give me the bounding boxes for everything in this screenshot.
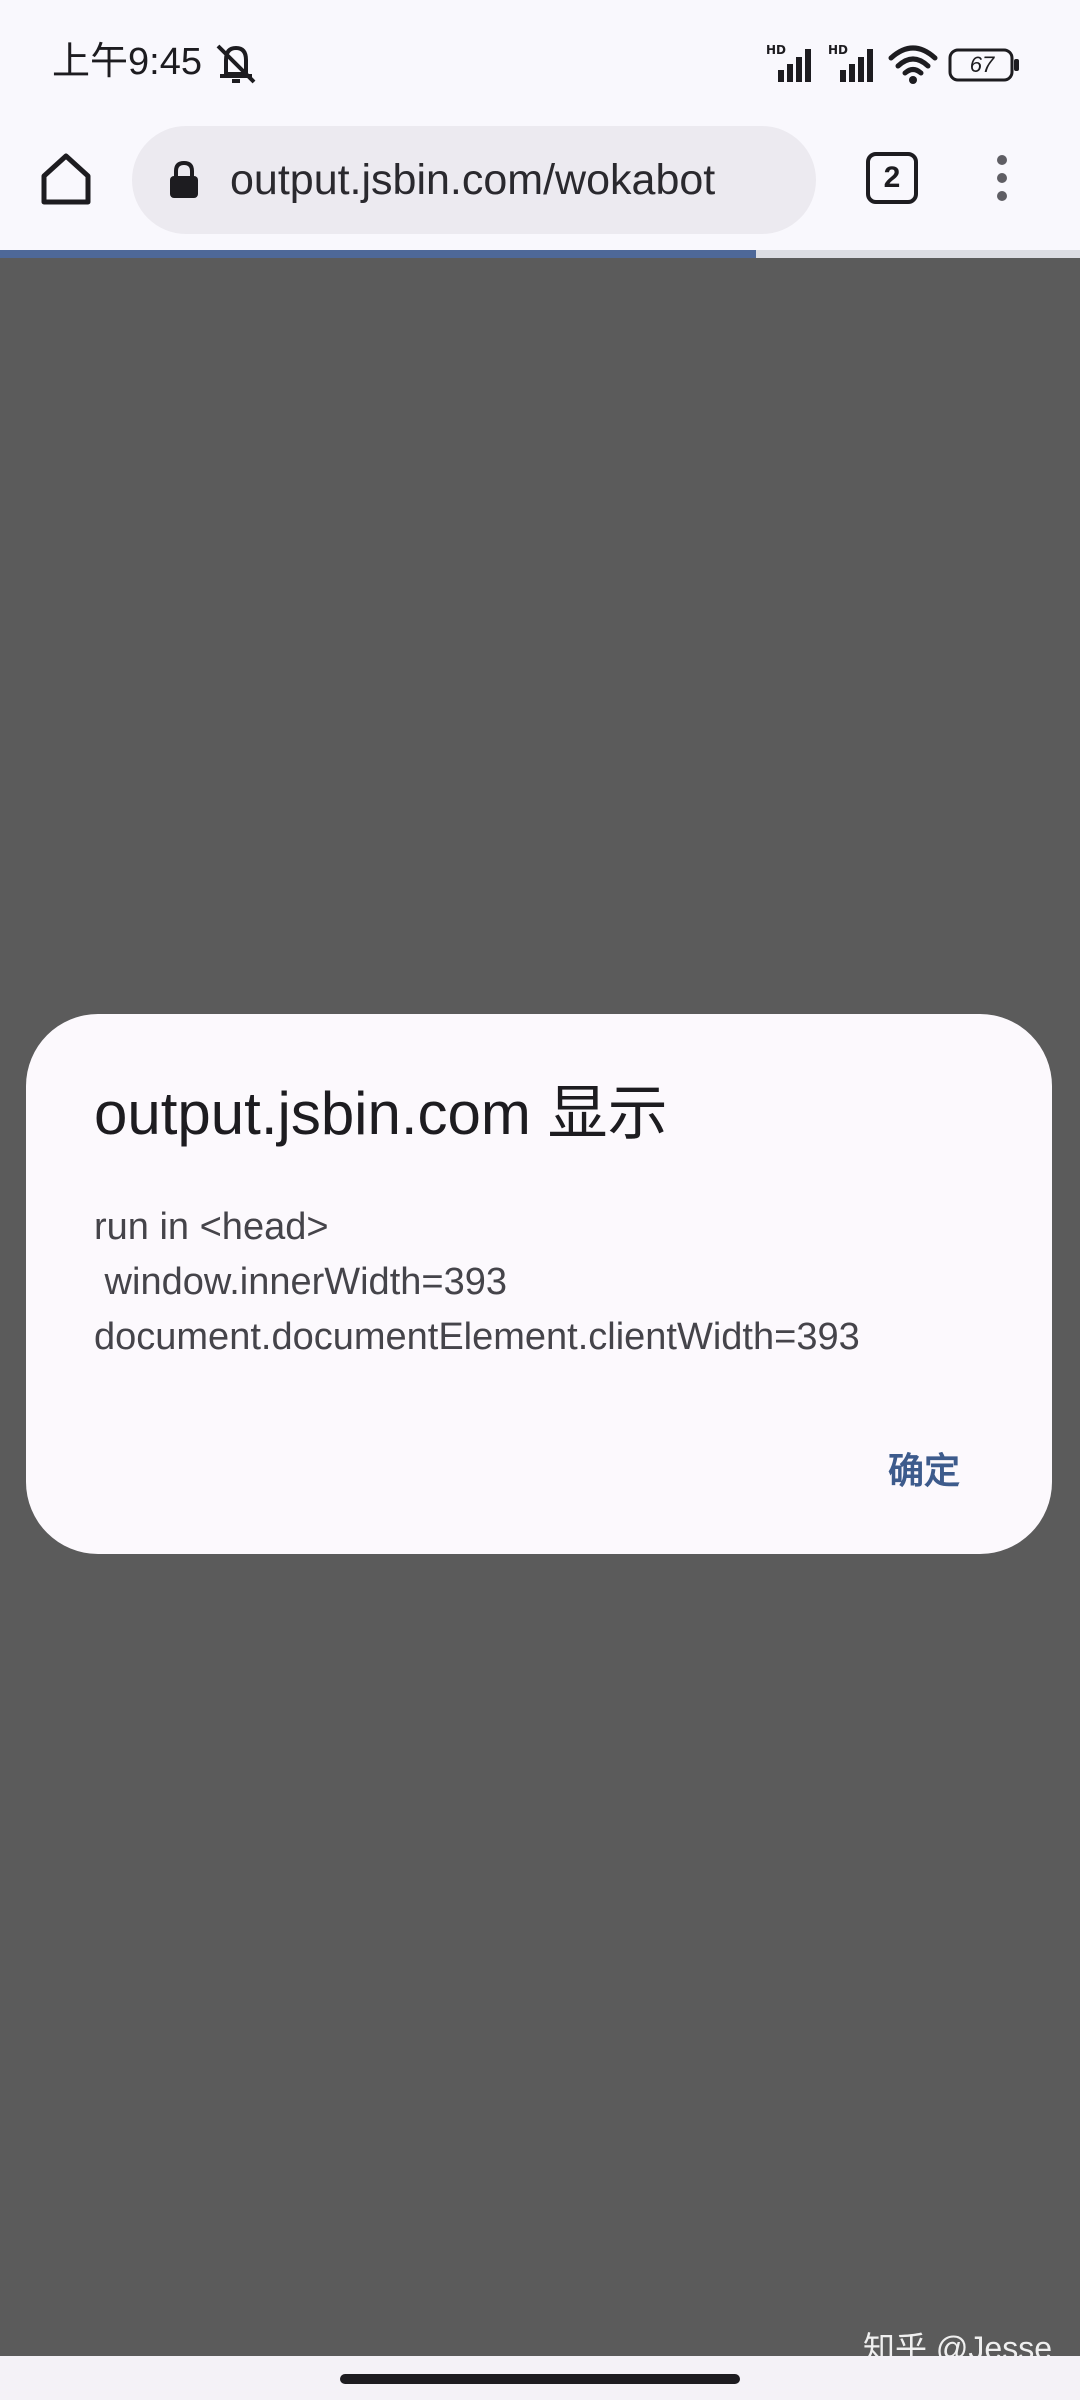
address-bar[interactable]: output.jsbin.com/wokabot: [132, 126, 816, 234]
alert-dialog: output.jsbin.com 显示 run in <head> window…: [26, 1014, 1052, 1554]
page-load-progress: [0, 250, 1080, 258]
dialog-title: output.jsbin.com 显示: [94, 1080, 668, 1147]
more-vert-icon[interactable]: [986, 148, 1018, 208]
page-load-progress-fill: [0, 250, 756, 258]
lock-icon: [170, 160, 198, 198]
tab-switcher-button[interactable]: 2: [866, 152, 918, 204]
navigation-bar: [0, 2356, 1080, 2400]
home-indicator[interactable]: [340, 2374, 740, 2384]
hd-signal-icon: HD: [766, 43, 811, 82]
home-icon[interactable]: [34, 146, 98, 210]
url-text: output.jsbin.com/wokabot: [230, 156, 716, 204]
battery-level: 67: [969, 52, 995, 77]
dialog-message: run in <head> window.innerWidth=393 docu…: [94, 1206, 860, 1358]
svg-text:HD: HD: [766, 43, 786, 57]
notifications-muted-icon: [216, 44, 256, 84]
browser-toolbar: output.jsbin.com/wokabot 2: [0, 122, 1080, 252]
svg-text:HD: HD: [828, 43, 848, 57]
hd-signal-icon: HD: [828, 43, 873, 82]
wifi-icon: [888, 45, 938, 84]
status-time: 上午9:45: [52, 41, 202, 83]
ok-button[interactable]: 确定: [888, 1446, 960, 1496]
status-bar: 上午9:45 HD HD 67: [0, 0, 1080, 122]
